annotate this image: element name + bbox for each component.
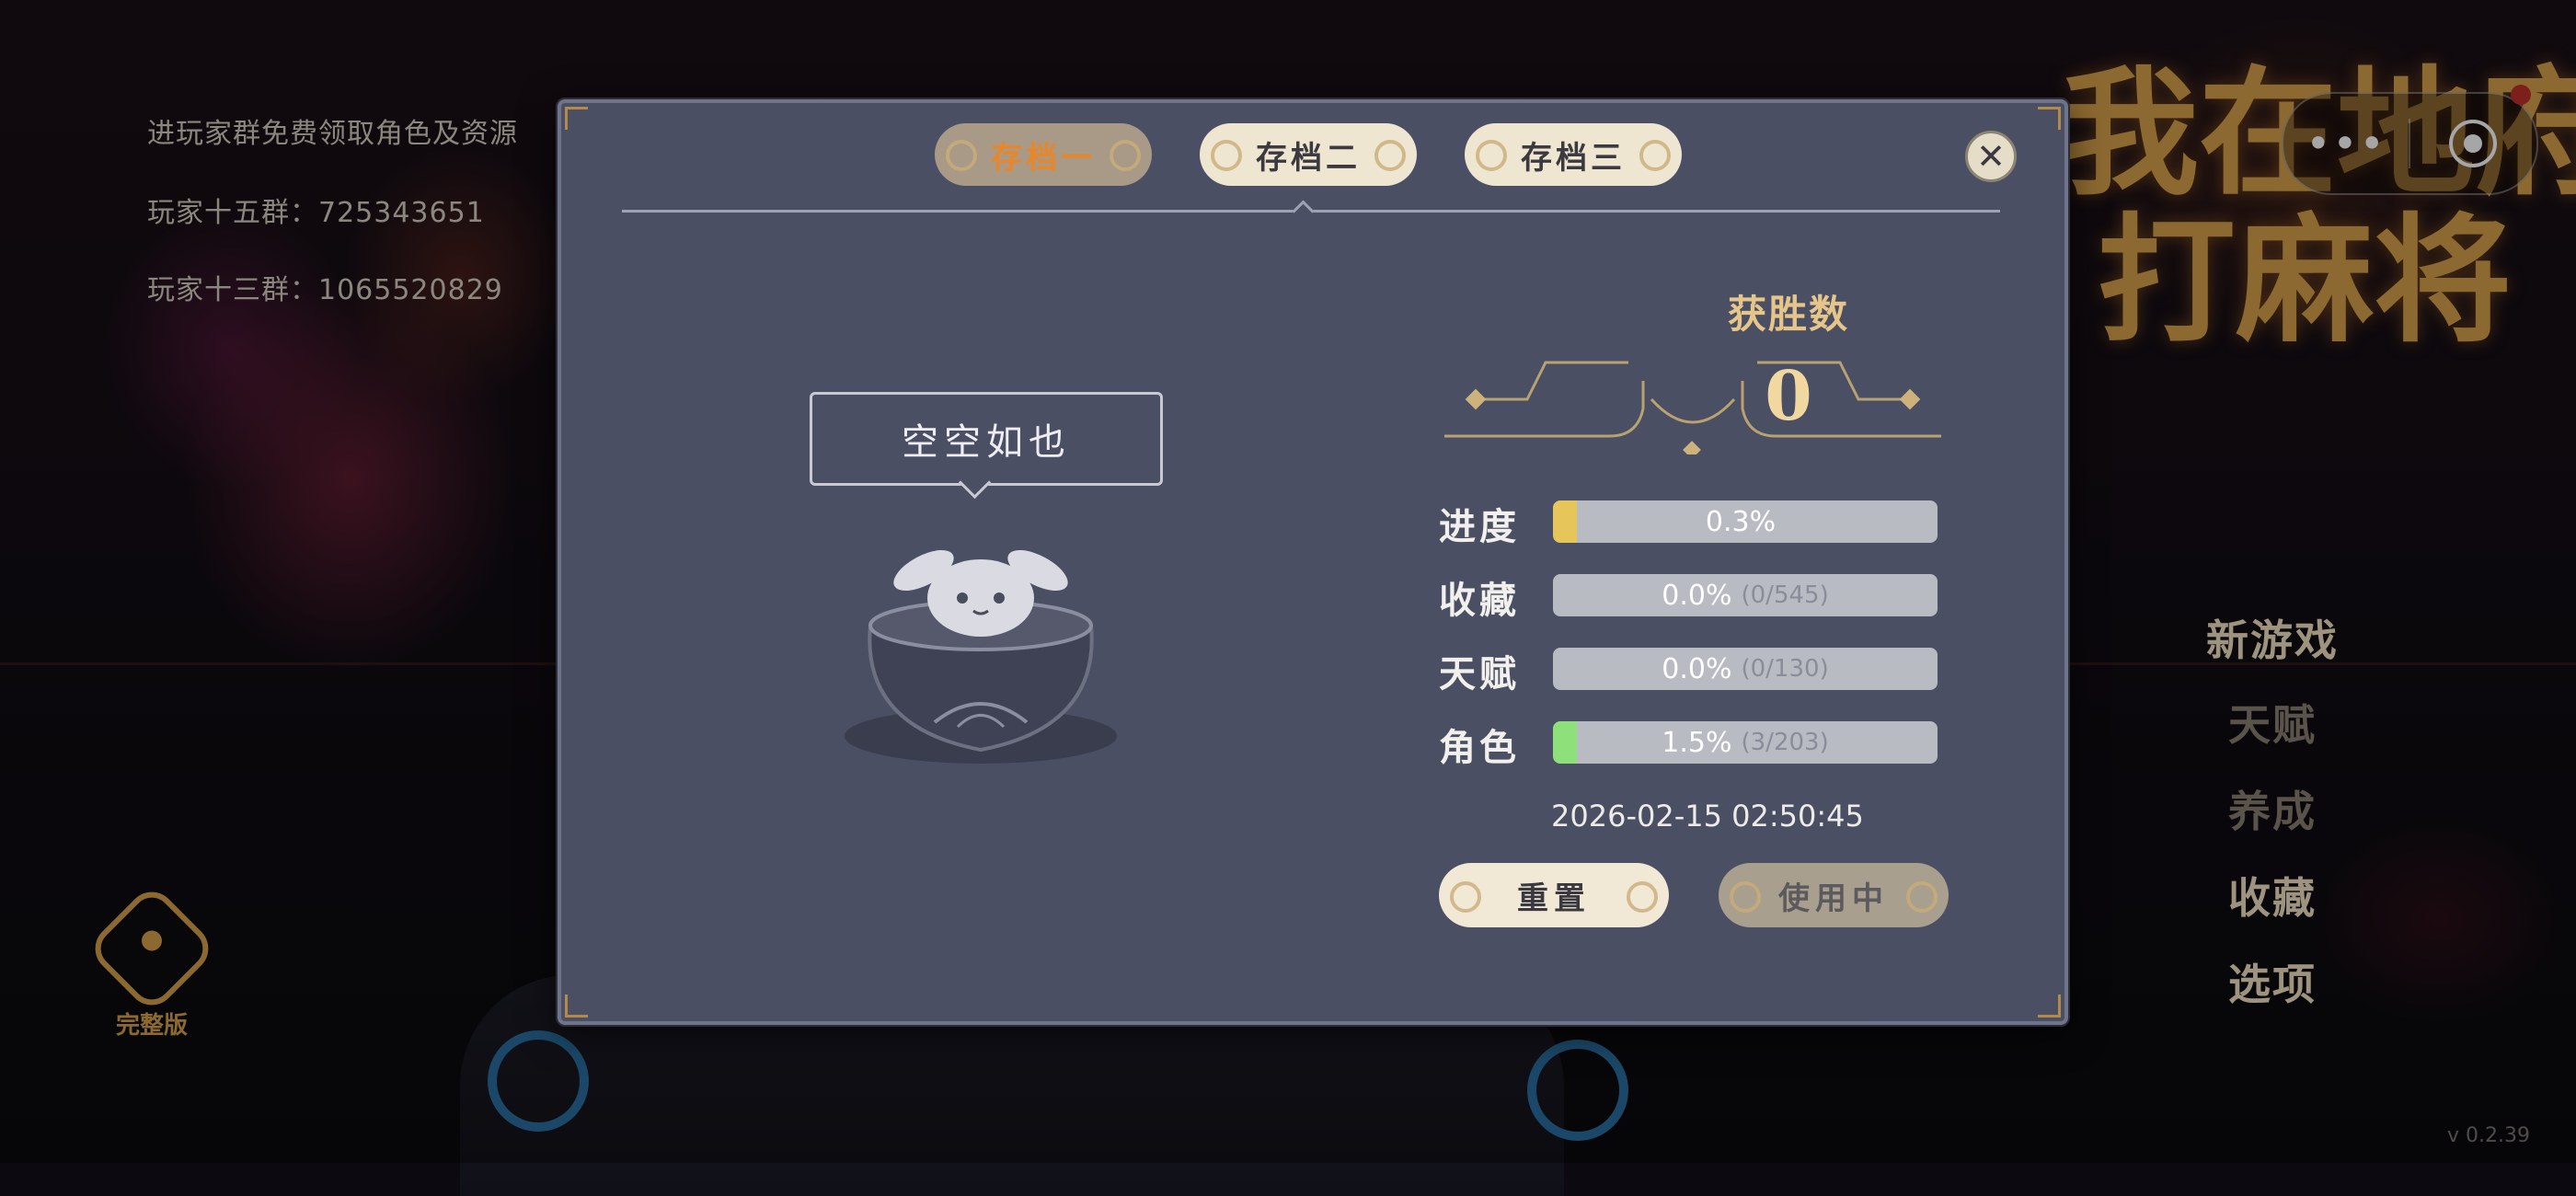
collection-bar: 0.0% (0/545) xyxy=(1553,574,1938,616)
empty-slot-bubble: 空空如也 xyxy=(810,392,1163,486)
corner-ornament xyxy=(2038,995,2061,1018)
tab-label: 存档二 xyxy=(1256,139,1361,177)
tab-ornament-icon xyxy=(1211,140,1242,171)
tab-ornament-icon xyxy=(946,140,977,171)
close-icon: ✕ xyxy=(1976,136,2006,177)
tab-label: 存档三 xyxy=(1521,139,1626,177)
in-use-label: 使用中 xyxy=(1778,880,1889,917)
progress-bar: 0.3% xyxy=(1553,500,1938,543)
tab-ornament-icon xyxy=(1476,140,1507,171)
corner-ornament xyxy=(565,995,588,1018)
stat-label-talent: 天赋 xyxy=(1439,653,1520,696)
tab-label: 存档一 xyxy=(991,139,1096,177)
talent-count: (0/130) xyxy=(1741,655,1829,683)
button-ornament-icon xyxy=(1906,881,1938,913)
button-ornament-icon xyxy=(1627,881,1658,913)
wins-value: 0 xyxy=(1765,357,1812,436)
save-timestamp: 2026-02-15 02:50:45 xyxy=(1551,799,1864,834)
role-bar: 1.5% (3/203) xyxy=(1553,721,1938,764)
bunny-in-pot-icon xyxy=(845,549,1117,764)
talent-value: 0.0% xyxy=(1662,652,1732,685)
wins-label: 获胜数 xyxy=(1727,292,1849,337)
tab-ornament-icon xyxy=(1374,140,1406,171)
reset-button[interactable]: 重置 xyxy=(1439,863,1669,927)
tab-save-slot-1[interactable]: 存档一 xyxy=(935,123,1152,186)
corner-ornament xyxy=(2038,107,2061,130)
stat-label-progress: 进度 xyxy=(1439,506,1520,548)
in-use-button[interactable]: 使用中 xyxy=(1719,863,1949,927)
tab-save-slot-3[interactable]: 存档三 xyxy=(1465,123,1682,186)
tab-ornament-icon xyxy=(1639,140,1671,171)
close-button[interactable]: ✕ xyxy=(1965,131,2017,182)
stat-label-role: 角色 xyxy=(1439,727,1520,769)
role-count: (3/203) xyxy=(1741,729,1829,756)
corner-ornament xyxy=(565,107,588,130)
tab-save-slot-2[interactable]: 存档二 xyxy=(1200,123,1417,186)
button-ornament-icon xyxy=(1450,881,1481,913)
role-value: 1.5% xyxy=(1662,726,1732,759)
collection-count: (0/545) xyxy=(1741,581,1829,609)
stat-label-collection: 收藏 xyxy=(1439,580,1520,622)
tab-indicator-caret xyxy=(1292,200,1315,223)
empty-slot-text: 空空如也 xyxy=(902,421,1071,464)
progress-value: 0.3% xyxy=(1705,505,1777,538)
tab-ornament-icon xyxy=(1110,140,1141,171)
reset-label: 重置 xyxy=(1517,880,1591,917)
button-ornament-icon xyxy=(1730,881,1761,913)
talent-bar: 0.0% (0/130) xyxy=(1553,648,1938,690)
collection-value: 0.0% xyxy=(1662,579,1732,612)
save-slot-dialog: 存档一 存档二 存档三 ✕ 空空如也 获胜数 0 进度 0.3% 收藏 0.0%… xyxy=(558,99,2068,1025)
